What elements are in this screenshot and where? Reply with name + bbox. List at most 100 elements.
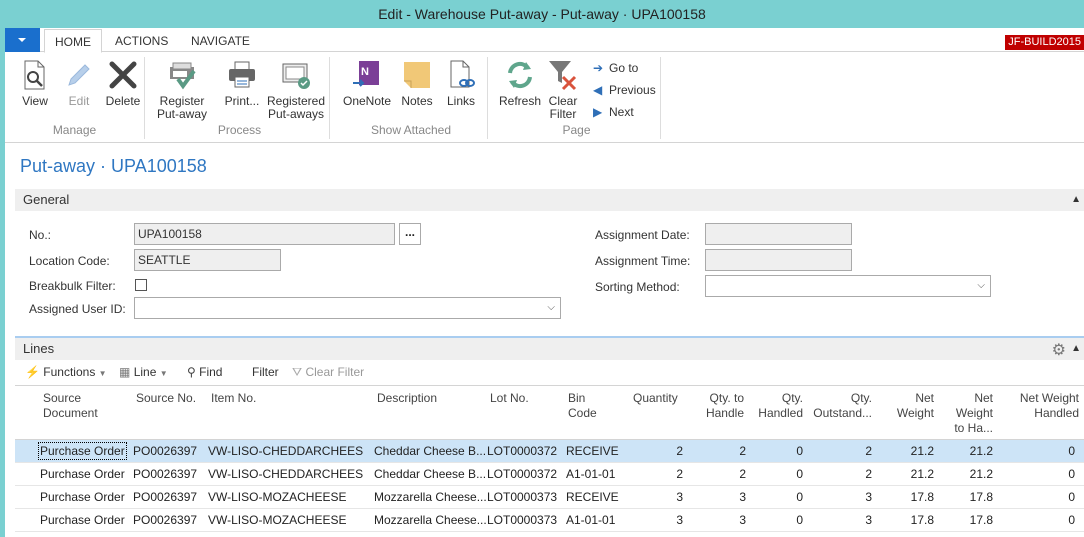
arrow-right-icon: ➔ [593, 61, 604, 75]
assignment-time-label: Assignment Time: [595, 254, 691, 268]
app-menu-button[interactable] [5, 28, 40, 52]
cell-qty-outstanding: 2 [865, 467, 872, 481]
line-menu[interactable]: ▦ Line ▼ [119, 365, 168, 379]
cell-qty-to-handle: 3 [739, 513, 746, 527]
print-button[interactable]: Print... [222, 59, 262, 108]
cell-net-weight: 17.8 [910, 513, 934, 527]
print-label: Print... [224, 94, 260, 108]
cell-source-document: Purchase Order [38, 442, 127, 460]
table-row[interactable]: Purchase Order PO0026397 VW-LISO-MOZACHE… [15, 509, 1084, 532]
general-section-header[interactable]: General ▲ [15, 189, 1084, 211]
col-label: Qty. [850, 391, 872, 405]
registered-put-aways-button[interactable]: Registered Put-aways [265, 59, 327, 121]
cell-description: Mozzarella Cheese... [374, 513, 487, 527]
clear-filter-toolbar-label: Clear Filter [305, 365, 365, 379]
col-source-no[interactable]: Source No. [136, 391, 196, 406]
breakbulk-filter-checkbox[interactable] [135, 279, 147, 291]
group-manage: View Edit Delete Manage [5, 57, 145, 139]
cell-qty-outstanding: 2 [865, 444, 872, 458]
register-put-away-button[interactable]: Register Put-away [156, 59, 208, 121]
cell-item-no: VW-LISO-MOZACHEESE [208, 490, 347, 504]
col-net-weight[interactable]: Net Weight [875, 391, 934, 421]
col-label: Bin [568, 391, 586, 405]
tab-home[interactable]: HOME [44, 29, 102, 53]
collapse-icon[interactable]: ▲ [1071, 338, 1081, 360]
go-to-button[interactable]: ➔ Go to [593, 60, 638, 76]
col-item-no[interactable]: Item No. [211, 391, 256, 406]
notes-button[interactable]: Notes [399, 59, 435, 108]
assignment-date-field[interactable] [705, 223, 852, 245]
triangle-right-icon: ▶ [593, 105, 603, 119]
previous-label: Previous [609, 83, 656, 97]
col-bin-code[interactable]: Bin Code [568, 391, 597, 421]
cell-quantity: 2 [676, 467, 683, 481]
col-qty-handled[interactable]: Qty. Handled [745, 391, 803, 421]
caret-down-icon: ▼ [98, 369, 107, 378]
cell-qty-to-handle: 2 [739, 444, 746, 458]
lightning-icon: ⚡ [25, 365, 40, 379]
notes-icon [404, 62, 430, 88]
view-button[interactable]: View [17, 59, 53, 108]
col-source-document[interactable]: Source Document [43, 391, 98, 421]
no-field[interactable]: UPA100158 [134, 223, 395, 245]
col-lot-no[interactable]: Lot No. [490, 391, 529, 406]
cell-qty-handled: 0 [796, 490, 803, 504]
cell-net-weight-to-handle: 21.2 [969, 444, 993, 458]
table-row[interactable]: Purchase Order PO0026397 VW-LISO-CHEDDAR… [15, 440, 1084, 463]
go-to-label: Go to [609, 61, 639, 75]
cell-source-document: Purchase Order [40, 490, 125, 504]
sorting-method-select[interactable]: ⌵ [705, 275, 991, 297]
col-net-weight-to-handle[interactable]: Net Weight to Ha... [940, 391, 993, 436]
edit-button[interactable]: Edit [61, 59, 97, 108]
gear-icon[interactable]: ⚙ [1052, 340, 1066, 362]
col-label: Document [43, 406, 98, 420]
next-button[interactable]: ▶ Next [593, 104, 634, 120]
cell-description: Cheddar Cheese B... [374, 444, 487, 458]
col-net-weight-handled[interactable]: Net Weight Handled [1005, 391, 1079, 421]
cell-qty-handled: 0 [796, 467, 803, 481]
collapse-icon[interactable]: ▲ [1071, 189, 1081, 211]
links-button[interactable]: Links [443, 59, 479, 108]
tab-navigate[interactable]: NAVIGATE [181, 29, 260, 53]
assigned-user-id-label: Assigned User ID: [29, 302, 126, 316]
delete-button[interactable]: Delete [103, 59, 143, 108]
no-assist-button[interactable]: ... [399, 223, 421, 245]
previous-button[interactable]: ◀ Previous [593, 82, 656, 98]
filter-button[interactable]: Filter [252, 365, 279, 379]
assignment-time-field[interactable] [705, 249, 852, 271]
cell-lot-no: LOT0000372 [487, 467, 558, 481]
col-label: Handled [758, 406, 803, 420]
cell-qty-to-handle: 2 [739, 467, 746, 481]
location-code-field[interactable]: SEATTLE [134, 249, 281, 271]
col-quantity[interactable]: Quantity [633, 391, 678, 406]
functions-menu[interactable]: ⚡ Functions ▼ [25, 365, 107, 379]
cell-bin-code: RECEIVE [566, 444, 619, 458]
col-label: Source [43, 391, 82, 405]
cell-source-no: PO0026397 [133, 490, 198, 504]
find-button[interactable]: ⚲ Find [187, 365, 222, 379]
assignment-date-label: Assignment Date: [595, 228, 690, 242]
links-icon [450, 60, 475, 88]
lines-header-label: Lines [23, 341, 55, 356]
assigned-user-id-select[interactable]: ⌵ [134, 297, 561, 319]
lines-header[interactable]: Lines ⚙ ▲ [15, 338, 1084, 360]
group-page: Refresh Clear Filter ➔ Go to ◀ Previous ▶ N… [493, 57, 661, 139]
onenote-button[interactable]: N OneNote [341, 59, 393, 108]
location-code-value: SEATTLE [138, 253, 191, 267]
table-row[interactable]: Purchase Order PO0026397 VW-LISO-MOZACHE… [15, 486, 1084, 509]
breakbulk-filter-label: Breakbulk Filter: [29, 279, 116, 293]
table-row[interactable]: Purchase Order PO0026397 VW-LISO-CHEDDAR… [15, 463, 1084, 486]
col-qty-outstanding[interactable]: Qty. Outstand... [805, 391, 872, 421]
col-description[interactable]: Description [377, 391, 437, 406]
chevron-down-icon: ⌵ [977, 280, 985, 291]
printer-icon [229, 61, 255, 88]
refresh-button[interactable]: Refresh [497, 59, 543, 108]
clear-filter-label-2: Filter [549, 107, 577, 121]
tab-actions[interactable]: ACTIONS [105, 29, 178, 53]
clear-filter-toolbar-button[interactable]: ⛛ Clear Filter [292, 365, 364, 380]
col-label: Net Weight [1019, 391, 1079, 405]
register-label-2: Put-away [156, 107, 208, 121]
functions-label: Functions [43, 365, 96, 379]
clear-filter-button[interactable]: Clear Filter [545, 59, 581, 121]
col-qty-to-handle[interactable]: Qty. to Handle [690, 391, 744, 421]
